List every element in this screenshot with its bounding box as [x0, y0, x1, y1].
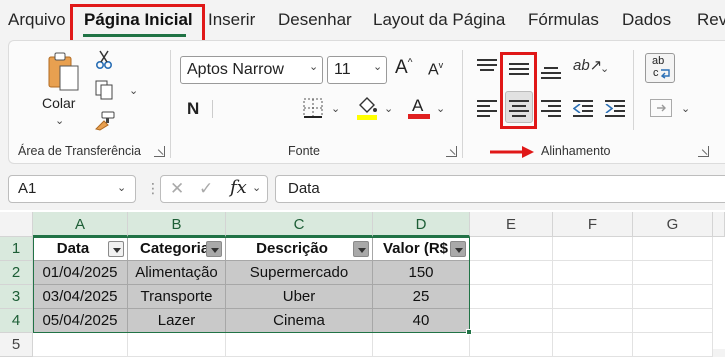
- align-bottom-icon[interactable]: [541, 63, 561, 79]
- font-size-chevron-icon[interactable]: ⌄: [373, 60, 382, 73]
- merge-chevron-icon[interactable]: ⌄: [681, 102, 690, 115]
- ribbon-tabs: Arquivo Página Inicial Inserir Desenhar …: [0, 0, 725, 46]
- column-header-g[interactable]: G: [633, 212, 713, 237]
- formula-bar-grip-icon: ⋮: [146, 180, 160, 196]
- wrap-text-icon[interactable]: ab c: [645, 53, 675, 83]
- cell-e3[interactable]: [470, 285, 553, 309]
- font-group-label: Fonte: [288, 144, 320, 158]
- cell-c5[interactable]: [226, 333, 373, 357]
- arrow-annotation-icon: [488, 145, 536, 159]
- cell-g2[interactable]: [633, 261, 713, 285]
- row-header-3[interactable]: 3: [0, 285, 33, 309]
- align-top-icon[interactable]: [477, 58, 497, 74]
- borders-chevron-icon[interactable]: ⌄: [331, 102, 340, 115]
- formula-expand-chevron-icon[interactable]: ⌄: [252, 181, 261, 194]
- row-header-1[interactable]: 1: [0, 237, 33, 261]
- cell-f3[interactable]: [553, 285, 633, 309]
- cell-f5[interactable]: [553, 333, 633, 357]
- group-divider: [462, 50, 463, 158]
- cell-e5[interactable]: [470, 333, 553, 357]
- cell-a5[interactable]: [33, 333, 128, 357]
- font-launcher-icon[interactable]: [446, 146, 457, 157]
- formula-input[interactable]: Data: [275, 175, 725, 203]
- column-header-b[interactable]: B: [128, 212, 226, 237]
- highlight-box-alignment: [500, 52, 537, 129]
- tab-inserir[interactable]: Inserir: [208, 10, 255, 30]
- cell-f1[interactable]: [553, 237, 633, 261]
- fill-handle[interactable]: [466, 329, 472, 335]
- fill-color-chevron-icon[interactable]: ⌄: [384, 102, 393, 115]
- row-header-4[interactable]: 4: [0, 309, 33, 333]
- divider: [212, 100, 213, 118]
- alignment-group-label: Alinhamento: [541, 144, 611, 158]
- decrease-indent-icon[interactable]: [573, 99, 593, 117]
- merge-center-icon[interactable]: [650, 99, 672, 117]
- cell-e4[interactable]: [470, 309, 553, 333]
- paste-icon[interactable]: [46, 52, 80, 92]
- cell-g3[interactable]: [633, 285, 713, 309]
- row-header-2[interactable]: 2: [0, 261, 33, 285]
- paste-dropdown-chevron-icon[interactable]: ⌄: [55, 114, 64, 127]
- column-header-d[interactable]: D: [373, 212, 470, 237]
- clipboard-launcher-icon[interactable]: [154, 146, 165, 157]
- align-right-icon[interactable]: [541, 99, 561, 117]
- column-header-a[interactable]: A: [33, 212, 128, 237]
- increase-font-size-icon[interactable]: A^: [395, 57, 412, 79]
- name-box-chevron-icon[interactable]: ⌄: [117, 181, 126, 194]
- alignment-launcher-icon[interactable]: [698, 146, 709, 157]
- font-color-icon[interactable]: A: [408, 96, 430, 120]
- tab-arquivo[interactable]: Arquivo: [8, 10, 66, 30]
- font-name-chevron-icon[interactable]: ⌄: [309, 60, 318, 73]
- format-painter-icon[interactable]: [94, 111, 116, 131]
- column-header-f[interactable]: F: [553, 212, 633, 237]
- tab-dados[interactable]: Dados: [622, 10, 671, 30]
- cell-f4[interactable]: [553, 309, 633, 333]
- orientation-chevron-icon[interactable]: ⌄: [600, 62, 609, 75]
- selection-border: [33, 237, 470, 333]
- cut-icon[interactable]: [95, 50, 113, 70]
- cell-e1[interactable]: [470, 237, 553, 261]
- divider: [633, 50, 634, 130]
- orientation-icon[interactable]: ab↗: [573, 56, 602, 74]
- column-header-e[interactable]: E: [470, 212, 553, 237]
- align-left-icon[interactable]: [477, 99, 497, 117]
- cell-g4[interactable]: [633, 309, 713, 333]
- copy-dropdown-chevron-icon[interactable]: ⌄: [129, 84, 138, 97]
- fill-color-icon[interactable]: [356, 97, 378, 121]
- cell-g1[interactable]: [633, 237, 713, 261]
- increase-indent-icon[interactable]: [605, 99, 625, 117]
- decrease-font-size-icon[interactable]: Av: [428, 60, 443, 79]
- cell-e2[interactable]: [470, 261, 553, 285]
- paste-label[interactable]: Colar: [42, 95, 75, 111]
- tab-formulas[interactable]: Fórmulas: [528, 10, 599, 30]
- insert-function-button[interactable]: fx: [230, 177, 247, 198]
- cell-g5[interactable]: [633, 333, 713, 357]
- tab-layout-da-pagina[interactable]: Layout da Página: [373, 10, 505, 30]
- copy-icon[interactable]: [95, 80, 113, 100]
- cell-f2[interactable]: [553, 261, 633, 285]
- cancel-entry-icon[interactable]: ✕: [170, 179, 184, 199]
- bold-button[interactable]: N: [187, 99, 199, 119]
- group-divider: [170, 50, 171, 158]
- column-header-c[interactable]: C: [226, 212, 373, 237]
- row-header-5[interactable]: 5: [0, 333, 33, 357]
- font-color-chevron-icon[interactable]: ⌄: [436, 102, 445, 115]
- tab-revisao[interactable]: Revi: [697, 10, 725, 30]
- cell-b5[interactable]: [128, 333, 226, 357]
- font-name-select[interactable]: Aptos Narrow: [180, 56, 323, 84]
- tab-desenhar[interactable]: Desenhar: [278, 10, 352, 30]
- cell-d5[interactable]: [373, 333, 470, 357]
- clipboard-group-label: Área de Transferência: [18, 144, 141, 158]
- borders-icon[interactable]: [303, 98, 323, 118]
- confirm-entry-icon[interactable]: ✓: [199, 179, 213, 199]
- select-all-corner[interactable]: [0, 212, 33, 237]
- column-header-h[interactable]: [713, 212, 725, 237]
